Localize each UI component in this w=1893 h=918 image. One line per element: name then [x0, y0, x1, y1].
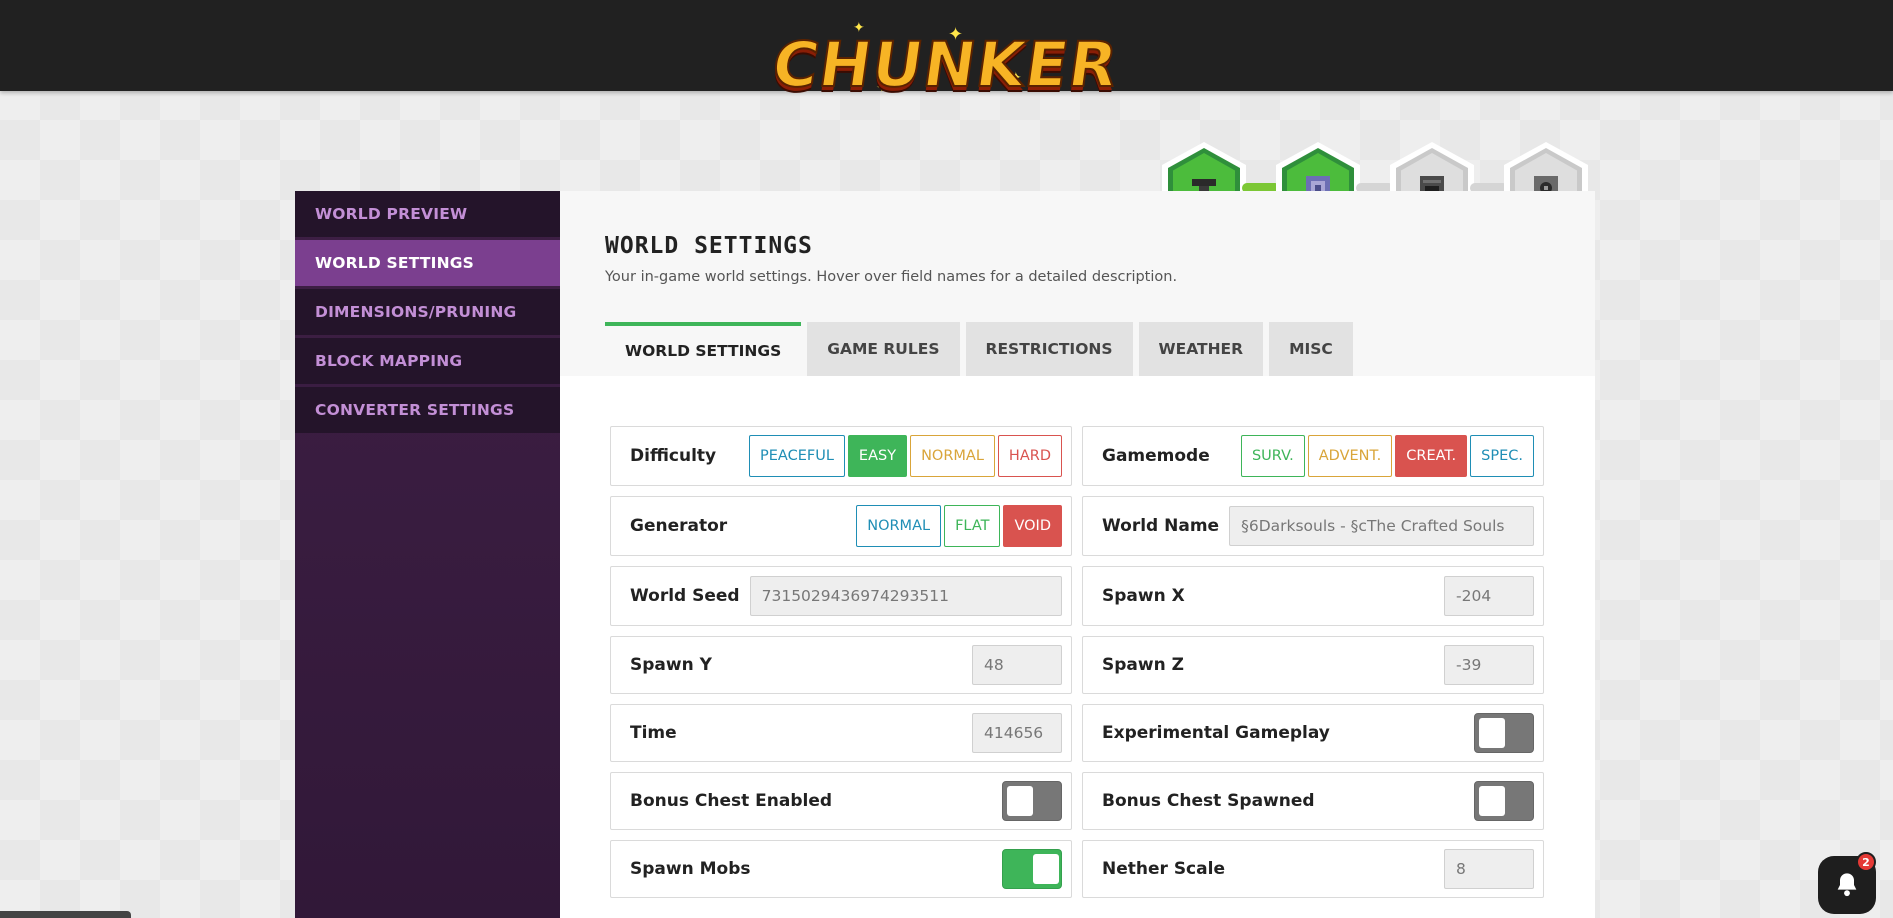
- sidebar-item-world-settings[interactable]: WORLD SETTINGS: [295, 240, 574, 286]
- difficulty-hard-button[interactable]: HARD: [997, 435, 1062, 477]
- sidebar: WORLD PREVIEW WORLD SETTINGS DIMENSIONS/…: [295, 191, 574, 918]
- nether-scale-setting: Nether Scale 8: [1082, 840, 1544, 898]
- world-name-setting: World Name §6Darksouls - §cThe Crafted S…: [1082, 496, 1544, 556]
- sidebar-item-converter-settings[interactable]: CONVERTER SETTINGS: [295, 387, 560, 433]
- experimental-gameplay-setting: Experimental Gameplay: [1082, 704, 1544, 762]
- spawn-y-setting: Spawn Y 48: [610, 636, 1072, 694]
- bonus-chest-spawned-setting: Bonus Chest Spawned: [1082, 772, 1544, 830]
- spawn-mobs-label: Spawn Mobs: [630, 859, 751, 879]
- difficulty-label: Difficulty: [630, 446, 717, 466]
- tab-restrictions[interactable]: RESTRICTIONS: [965, 322, 1133, 376]
- nether-scale-label: Nether Scale: [1102, 859, 1225, 879]
- bonus-chest-enabled-label: Bonus Chest Enabled: [630, 791, 833, 811]
- bonus-chest-spawned-toggle[interactable]: [1474, 781, 1534, 821]
- spawn-x-input[interactable]: -204: [1444, 576, 1534, 616]
- bonus-chest-enabled-setting: Bonus Chest Enabled: [610, 772, 1072, 830]
- logo-text: CHUNKER: [766, 27, 1123, 102]
- spawn-y-label: Spawn Y: [630, 655, 712, 675]
- bonus-chest-spawned-label: Bonus Chest Spawned: [1102, 791, 1315, 811]
- difficulty-normal-button[interactable]: NORMAL: [910, 435, 995, 477]
- world-name-label: World Name: [1102, 516, 1220, 536]
- page-title: WORLD SETTINGS: [605, 233, 813, 259]
- spawn-z-label: Spawn Z: [1102, 655, 1184, 675]
- gamemode-options: SURV. ADVENT. CREAT. SPEC.: [1240, 435, 1534, 477]
- gamemode-creative-button[interactable]: CREAT.: [1395, 435, 1468, 477]
- generator-label: Generator: [630, 516, 728, 536]
- notification-badge: 2: [1856, 852, 1876, 872]
- sidebar-item-world-preview[interactable]: WORLD PREVIEW: [295, 191, 560, 237]
- spawn-y-input[interactable]: 48: [972, 645, 1062, 685]
- gamemode-setting: Gamemode SURV. ADVENT. CREAT. SPEC.: [1082, 426, 1544, 486]
- generator-setting: Generator NORMAL FLAT VOID: [610, 496, 1072, 556]
- time-label: Time: [630, 723, 677, 743]
- nether-scale-input[interactable]: 8: [1444, 849, 1534, 889]
- tab-misc[interactable]: MISC: [1269, 322, 1353, 376]
- bonus-chest-enabled-toggle[interactable]: [1002, 781, 1062, 821]
- sidebar-item-dimensions-pruning[interactable]: DIMENSIONS/PRUNING: [295, 289, 560, 335]
- tab-bar: WORLD SETTINGS GAME RULES RESTRICTIONS W…: [605, 322, 1353, 376]
- generator-flat-button[interactable]: FLAT: [944, 505, 1001, 547]
- gamemode-adventure-button[interactable]: ADVENT.: [1307, 435, 1393, 477]
- tab-game-rules[interactable]: GAME RULES: [807, 322, 960, 376]
- world-name-input[interactable]: §6Darksouls - §cThe Crafted Souls: [1229, 506, 1534, 546]
- difficulty-options: PEACEFUL EASY NORMAL HARD: [749, 435, 1062, 477]
- spawn-z-input[interactable]: -39: [1444, 645, 1534, 685]
- world-seed-label: World Seed: [630, 586, 740, 606]
- experimental-gameplay-label: Experimental Gameplay: [1102, 723, 1330, 743]
- gamemode-spectator-button[interactable]: SPEC.: [1470, 435, 1534, 477]
- top-bar: ✦ ✦ ✦ ✦ CHUNKER: [0, 0, 1893, 102]
- settings-grid: Difficulty PEACEFUL EASY NORMAL HARD Gam…: [610, 426, 1545, 898]
- spawn-mobs-setting: Spawn Mobs: [610, 840, 1072, 898]
- panel-header: WORLD SETTINGS Your in-game world settin…: [560, 191, 1595, 376]
- chunker-logo[interactable]: ✦ ✦ ✦ ✦ CHUNKER: [766, 20, 1123, 102]
- main-panel: WORLD SETTINGS Your in-game world settin…: [560, 191, 1595, 918]
- spawn-mobs-toggle[interactable]: [1002, 849, 1062, 889]
- generator-void-button[interactable]: VOID: [1003, 505, 1062, 547]
- generator-options: NORMAL FLAT VOID: [856, 505, 1062, 547]
- spawn-x-setting: Spawn X -204: [1082, 566, 1544, 626]
- page-subtitle: Your in-game world settings. Hover over …: [605, 269, 1178, 285]
- gamemode-survival-button[interactable]: SURV.: [1240, 435, 1305, 477]
- difficulty-setting: Difficulty PEACEFUL EASY NORMAL HARD: [610, 426, 1072, 486]
- experimental-gameplay-toggle[interactable]: [1474, 713, 1534, 753]
- time-input[interactable]: 414656: [972, 713, 1062, 753]
- time-setting: Time 414656: [610, 704, 1072, 762]
- difficulty-easy-button[interactable]: EASY: [847, 435, 908, 477]
- world-seed-input[interactable]: 7315029436974293511: [749, 576, 1062, 616]
- difficulty-peaceful-button[interactable]: PEACEFUL: [749, 435, 845, 477]
- bottom-bar: [0, 911, 131, 918]
- sidebar-item-block-mapping[interactable]: BLOCK MAPPING: [295, 338, 560, 384]
- bell-icon: [1837, 873, 1857, 897]
- spawn-x-label: Spawn X: [1102, 586, 1185, 606]
- gamemode-label: Gamemode: [1102, 446, 1210, 466]
- world-seed-setting: World Seed 7315029436974293511: [610, 566, 1072, 626]
- generator-normal-button[interactable]: NORMAL: [856, 505, 942, 547]
- spawn-z-setting: Spawn Z -39: [1082, 636, 1544, 694]
- tab-world-settings[interactable]: WORLD SETTINGS: [605, 322, 802, 376]
- tab-weather[interactable]: WEATHER: [1138, 322, 1264, 376]
